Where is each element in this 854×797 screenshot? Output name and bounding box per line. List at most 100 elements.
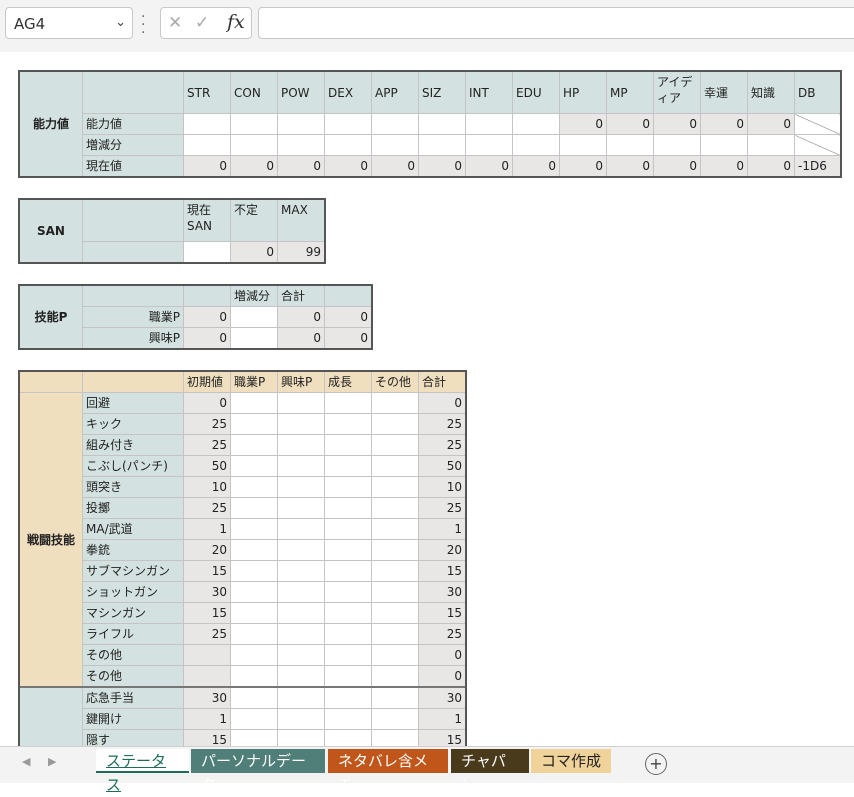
ability-mod-cell[interactable] [794, 134, 841, 156]
chevron-down-icon[interactable]: ⌄ [115, 15, 126, 30]
skill-input-cell[interactable] [371, 434, 419, 456]
skill-input-cell[interactable] [277, 644, 325, 666]
skill-input-cell[interactable] [371, 476, 419, 498]
skill-input-cell[interactable] [277, 476, 325, 498]
skill-input-cell[interactable] [324, 392, 372, 414]
ability-base-cell[interactable] [512, 113, 560, 135]
ability-mod-cell[interactable] [559, 134, 607, 156]
skill-total-cell[interactable]: 30 [418, 686, 466, 709]
ability-current-cell[interactable]: 0 [559, 155, 607, 177]
skill-input-cell[interactable] [277, 392, 325, 414]
formula-input[interactable] [258, 7, 854, 39]
skill-init-cell[interactable]: 25 [183, 623, 231, 645]
more-icon[interactable]: · · · [141, 10, 145, 40]
skill-init-cell[interactable]: 30 [183, 581, 231, 603]
skill-init-cell[interactable]: 25 [183, 413, 231, 435]
skill-total-cell[interactable]: 25 [418, 623, 466, 645]
skill-input-cell[interactable] [324, 686, 372, 709]
ability-current-cell[interactable]: 0 [418, 155, 466, 177]
tab-personal-data[interactable]: パーソナルデータ [191, 749, 325, 794]
skill-input-cell[interactable] [324, 518, 372, 540]
add-sheet-icon[interactable]: + [645, 753, 667, 775]
ability-current-cell[interactable]: 0 [324, 155, 372, 177]
skill-input-cell[interactable] [324, 581, 372, 603]
skill-input-cell[interactable] [324, 729, 372, 746]
ability-base-cell[interactable] [324, 113, 372, 135]
sp-base-cell[interactable]: 0 [183, 327, 231, 349]
ability-mod-cell[interactable] [653, 134, 701, 156]
sp-base-cell[interactable]: 0 [183, 306, 231, 328]
skill-input-cell[interactable] [324, 644, 372, 666]
skill-input-cell[interactable] [371, 686, 419, 709]
skill-input-cell[interactable] [324, 413, 372, 435]
skill-input-cell[interactable] [324, 623, 372, 645]
skill-input-cell[interactable] [277, 708, 325, 730]
skill-input-cell[interactable] [371, 602, 419, 624]
skill-total-cell[interactable]: 1 [418, 518, 466, 540]
san-current-cell[interactable] [183, 241, 231, 263]
ability-base-cell[interactable] [465, 113, 513, 135]
skill-total-cell[interactable]: 50 [418, 455, 466, 477]
skill-input-cell[interactable] [371, 665, 419, 688]
skill-input-cell[interactable] [230, 539, 278, 561]
skill-input-cell[interactable] [371, 581, 419, 603]
skill-total-cell[interactable]: 0 [418, 644, 466, 666]
ability-mod-cell[interactable] [700, 134, 748, 156]
skill-init-cell[interactable]: 1 [183, 708, 231, 730]
worksheet[interactable]: 能力値 STR CON POW DEX APP SIZ INT EDU HP MP アイディア 幸運知… [0, 52, 854, 746]
ability-base-cell[interactable] [794, 113, 841, 135]
skill-input-cell[interactable] [371, 708, 419, 730]
ability-base-cell[interactable] [183, 113, 231, 135]
ability-current-cell[interactable]: 0 [747, 155, 795, 177]
sp-total-cell[interactable]: 0 [277, 327, 325, 349]
skill-input-cell[interactable] [277, 665, 325, 688]
ability-current-cell[interactable]: 0 [653, 155, 701, 177]
confirm-icon[interactable]: ✓ [195, 13, 209, 33]
skill-input-cell[interactable] [230, 602, 278, 624]
skill-input-cell[interactable] [277, 434, 325, 456]
tab-piece-create[interactable]: コマ作成 [531, 749, 611, 773]
skill-input-cell[interactable] [324, 708, 372, 730]
skill-input-cell[interactable] [230, 434, 278, 456]
ability-current-cell[interactable]: 0 [465, 155, 513, 177]
skill-input-cell[interactable] [324, 455, 372, 477]
skill-input-cell[interactable] [371, 729, 419, 746]
ability-base-cell[interactable] [277, 113, 325, 135]
skill-total-cell[interactable]: 30 [418, 581, 466, 603]
ability-current-cell[interactable]: -1D6 [794, 155, 841, 177]
skill-input-cell[interactable] [371, 560, 419, 582]
ability-current-cell[interactable]: 0 [277, 155, 325, 177]
skill-input-cell[interactable] [371, 644, 419, 666]
skill-total-cell[interactable]: 0 [418, 665, 466, 688]
ability-current-cell[interactable]: 0 [230, 155, 278, 177]
ability-base-cell[interactable]: 0 [606, 113, 654, 135]
skill-input-cell[interactable] [371, 455, 419, 477]
ability-current-cell[interactable]: 0 [606, 155, 654, 177]
skill-total-cell[interactable]: 15 [418, 560, 466, 582]
san-indef-cell[interactable]: 0 [230, 241, 278, 263]
ability-mod-cell[interactable] [606, 134, 654, 156]
ability-base-cell[interactable] [230, 113, 278, 135]
skill-input-cell[interactable] [277, 581, 325, 603]
skill-input-cell[interactable] [371, 539, 419, 561]
tab-status[interactable]: ステータス [96, 749, 189, 794]
skill-input-cell[interactable] [230, 518, 278, 540]
ability-mod-cell[interactable] [183, 134, 231, 156]
skill-input-cell[interactable] [324, 602, 372, 624]
skill-total-cell[interactable]: 25 [418, 434, 466, 456]
ability-current-cell[interactable]: 0 [371, 155, 419, 177]
skill-init-cell[interactable]: 1 [183, 518, 231, 540]
ability-mod-cell[interactable] [277, 134, 325, 156]
tab-chat-palette[interactable]: チャパレ [451, 749, 529, 794]
skill-input-cell[interactable] [324, 434, 372, 456]
skill-input-cell[interactable] [277, 686, 325, 709]
skill-init-cell[interactable]: 50 [183, 455, 231, 477]
scroll-left-icon[interactable]: ◀ [22, 755, 30, 768]
skill-total-cell[interactable]: 15 [418, 602, 466, 624]
skill-input-cell[interactable] [324, 497, 372, 519]
skill-input-cell[interactable] [230, 476, 278, 498]
skill-init-cell[interactable]: 0 [183, 392, 231, 414]
skill-total-cell[interactable]: 0 [418, 392, 466, 414]
skill-total-cell[interactable]: 25 [418, 497, 466, 519]
ability-base-cell[interactable]: 0 [559, 113, 607, 135]
